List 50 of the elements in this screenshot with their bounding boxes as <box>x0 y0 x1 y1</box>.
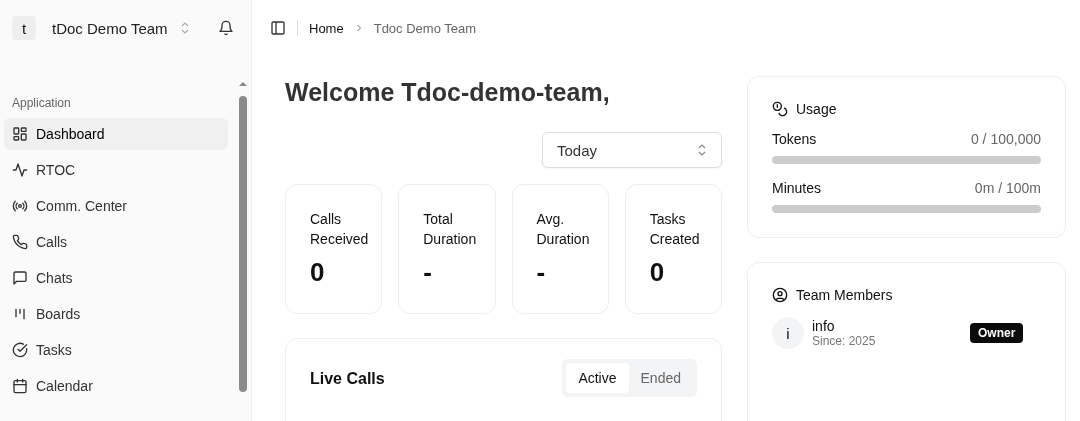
chat-bubble-icon <box>12 270 28 286</box>
member-since: Since: 2025 <box>812 334 877 348</box>
coins-icon <box>772 101 788 117</box>
calendar-icon <box>12 378 28 394</box>
broadcast-icon <box>12 198 28 214</box>
chevron-updown-icon <box>179 22 190 34</box>
member-name: info <box>812 318 836 334</box>
section-label: Application <box>11 95 72 112</box>
stat-value: - <box>536 257 547 288</box>
phone-icon <box>12 234 28 250</box>
card-title: Usage <box>796 101 837 117</box>
team-avatar: t <box>12 16 36 40</box>
sidebar-item[interactable]: Dashboard <box>4 118 228 150</box>
sidebar-item[interactable]: Calendar <box>4 370 228 402</box>
stat-value: - <box>423 257 433 288</box>
stat-label: Calls Received <box>310 210 370 249</box>
breadcrumb-current: Tdoc Demo Team <box>373 20 477 36</box>
tab[interactable]: Active <box>566 363 629 393</box>
role-badge: Owner <box>970 323 1024 343</box>
stat-label: Total Duration <box>423 210 478 249</box>
columns-icon <box>12 306 28 322</box>
stat-value: 0 <box>310 257 326 288</box>
sidebar-item[interactable]: RTOC <box>4 154 228 186</box>
sidebar-item[interactable]: Chats <box>4 262 228 294</box>
stat-label: Tasks Created <box>649 210 701 249</box>
period-select[interactable]: Today <box>542 132 722 168</box>
bell-icon[interactable] <box>218 20 234 36</box>
meter-label: Minutes <box>772 180 822 196</box>
team-switcher[interactable]: tDoc Demo Team <box>36 19 218 37</box>
sidebar-item[interactable]: Comm. Center <box>4 190 228 222</box>
tab[interactable]: Ended <box>628 363 693 393</box>
grid-icon <box>12 126 28 142</box>
pulse-icon <box>12 162 28 178</box>
welcome-heading: Welcome Tdoc-demo-team, <box>285 77 611 108</box>
check-circle-icon <box>12 342 28 358</box>
sidebar-item[interactable]: Tasks <box>4 334 228 366</box>
sidebar-item[interactable]: Calls <box>4 226 228 258</box>
sidebar-toggle-icon[interactable] <box>270 20 286 36</box>
meter-reading: 0m / 100m <box>974 180 1041 196</box>
stat-value: 0 <box>649 257 666 288</box>
breadcrumb-link[interactable]: Home <box>309 20 344 36</box>
member-avatar: i <box>772 317 804 349</box>
card-title: Team Members <box>796 287 893 303</box>
user-circle-icon <box>772 287 788 303</box>
meter-label: Tokens <box>772 131 817 147</box>
sidebar-item[interactable]: Boards <box>4 298 228 330</box>
card-title: Live Calls <box>310 370 385 388</box>
stat-label: Avg. Duration <box>536 210 591 249</box>
meter-reading: 0 / 100,000 <box>970 131 1041 147</box>
chevron-updown-icon <box>697 144 707 156</box>
